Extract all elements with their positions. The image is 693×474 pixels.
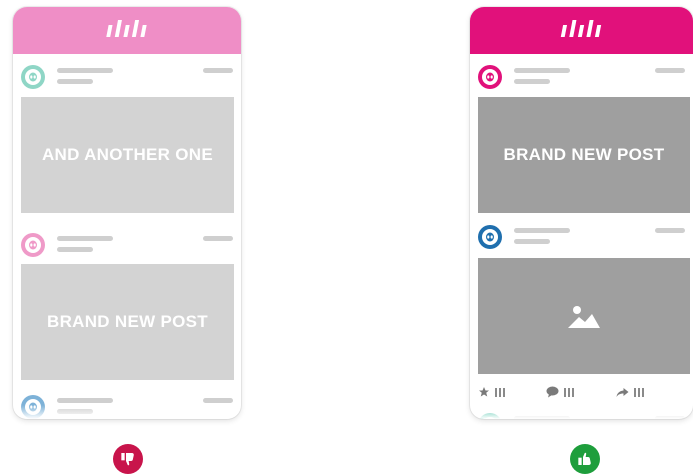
author-name-placeholder [57, 68, 113, 73]
star-icon [479, 387, 489, 397]
post-header [470, 219, 693, 255]
share-action[interactable] [616, 382, 644, 402]
post-image-text: AND ANOTHER ONE [41, 145, 214, 164]
thumbs-up-icon [578, 452, 591, 465]
image-icon [568, 306, 600, 328]
alien-icon [29, 72, 37, 82]
count-placeholder [564, 387, 574, 397]
avatar [21, 233, 45, 257]
alien-icon [486, 232, 494, 242]
post-time-placeholder [655, 68, 685, 73]
post-time-placeholder [203, 398, 233, 403]
post-image-text: BRAND NEW POST [47, 312, 208, 331]
app-logo: ılılı [105, 18, 149, 43]
author-name-placeholder [57, 398, 113, 403]
alien-icon [486, 72, 494, 82]
app-logo: ılılı [560, 18, 603, 43]
post-image-text: BRAND NEW POST [503, 145, 665, 164]
post-meta-placeholder [57, 247, 93, 252]
author-name-placeholder [514, 228, 570, 233]
avatar [478, 225, 502, 249]
comment-icon [546, 386, 559, 398]
feed-fade [13, 405, 241, 419]
author-name-placeholder [514, 68, 570, 73]
avatar [478, 65, 502, 89]
comment-action[interactable] [546, 382, 574, 402]
post-time-placeholder [655, 228, 685, 233]
thumbs-down-icon [121, 453, 134, 466]
avatar [21, 65, 45, 89]
post-header [13, 59, 241, 95]
feed-fade [470, 405, 693, 419]
post-meta-placeholder [514, 79, 550, 84]
app-header-bar: ılılı [470, 7, 693, 54]
post-meta-placeholder [514, 239, 550, 244]
count-placeholder [634, 387, 644, 397]
post-header [470, 59, 693, 95]
post-image[interactable]: BRAND NEW POST [478, 97, 690, 213]
share-icon [616, 387, 629, 397]
post-header [13, 227, 241, 263]
post-time-placeholder [203, 68, 233, 73]
favorite-action[interactable] [478, 382, 505, 402]
alien-icon [29, 240, 37, 250]
thumbs-up-badge [570, 444, 600, 474]
phone-mockup-bad: ılılı AND ANOTHER ONE BRAND NEW POST [13, 7, 241, 419]
phone-mockup-good: ılılı BRAND NEW POST [470, 7, 693, 419]
post-image[interactable] [478, 258, 690, 374]
count-placeholder [495, 387, 505, 397]
post-image[interactable]: BRAND NEW POST [21, 264, 234, 380]
post-actions [470, 382, 693, 402]
post-time-placeholder [203, 236, 233, 241]
app-header-bar: ılılı [13, 7, 241, 54]
post-image[interactable]: AND ANOTHER ONE [21, 97, 234, 213]
author-name-placeholder [57, 236, 113, 241]
post-meta-placeholder [57, 79, 93, 84]
thumbs-down-badge [113, 444, 143, 474]
